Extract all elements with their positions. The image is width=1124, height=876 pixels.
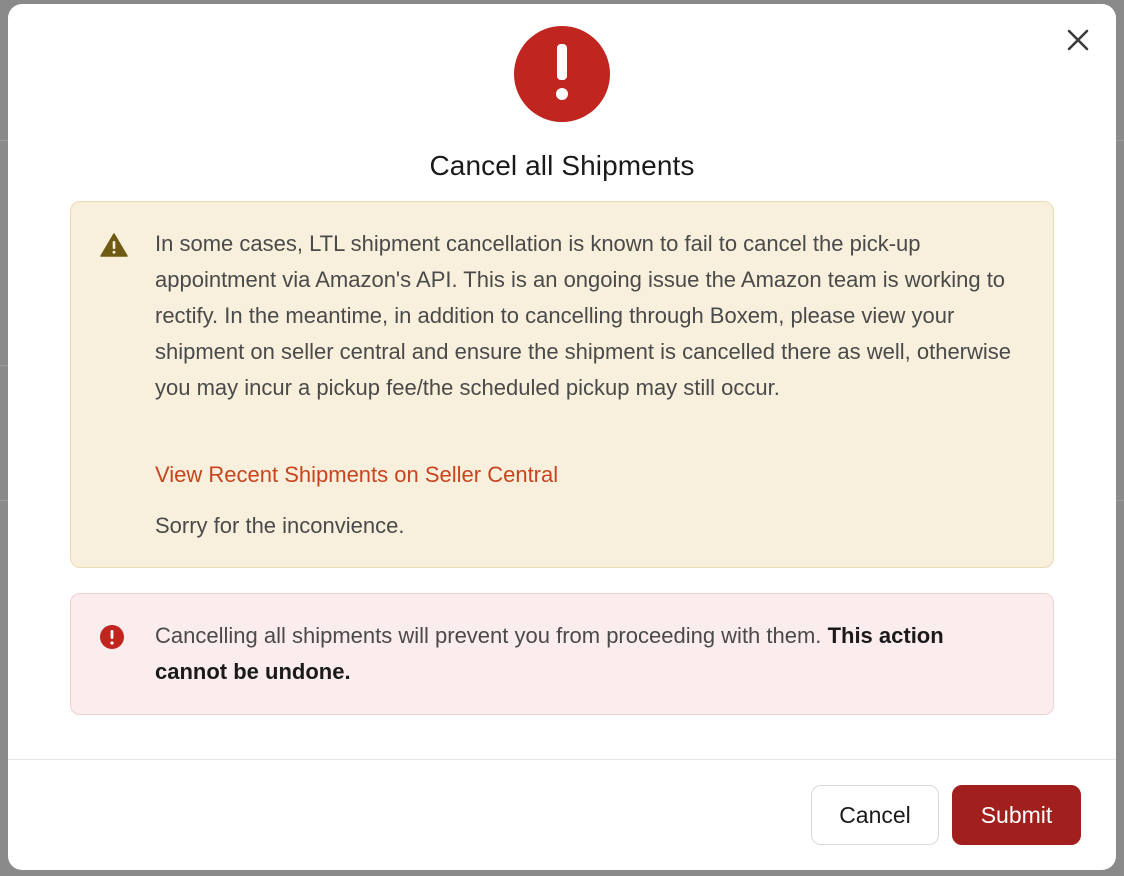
background-divider [1116,500,1124,501]
error-alert: Cancelling all shipments will prevent yo… [70,593,1054,715]
exclamation-mark [556,44,568,100]
cancel-shipments-modal: Cancel all Shipments In some cases, LTL … [8,4,1116,870]
error-circle-icon [100,625,124,649]
cancel-button[interactable]: Cancel [811,785,939,845]
warning-alert: In some cases, LTL shipment cancellation… [70,201,1054,568]
exclamation-circle-icon [514,26,610,122]
error-message-text: Cancelling all shipments will prevent yo… [155,623,822,648]
warning-message: In some cases, LTL shipment cancellation… [155,231,1012,400]
background-divider [0,500,8,501]
background-divider [0,140,8,141]
footer-divider [8,759,1116,760]
error-message: Cancelling all shipments will prevent yo… [155,618,1015,690]
apology-text: Sorry for the inconvience. [155,513,405,538]
seller-central-link[interactable]: View Recent Shipments on Seller Central [155,459,558,491]
background-divider [1116,140,1124,141]
background-divider [0,365,8,366]
modal-title: Cancel all Shipments [429,150,695,181]
close-icon [1067,29,1089,51]
close-button[interactable] [1062,24,1094,56]
warning-triangle-icon [100,233,128,257]
submit-button[interactable]: Submit [952,785,1081,845]
